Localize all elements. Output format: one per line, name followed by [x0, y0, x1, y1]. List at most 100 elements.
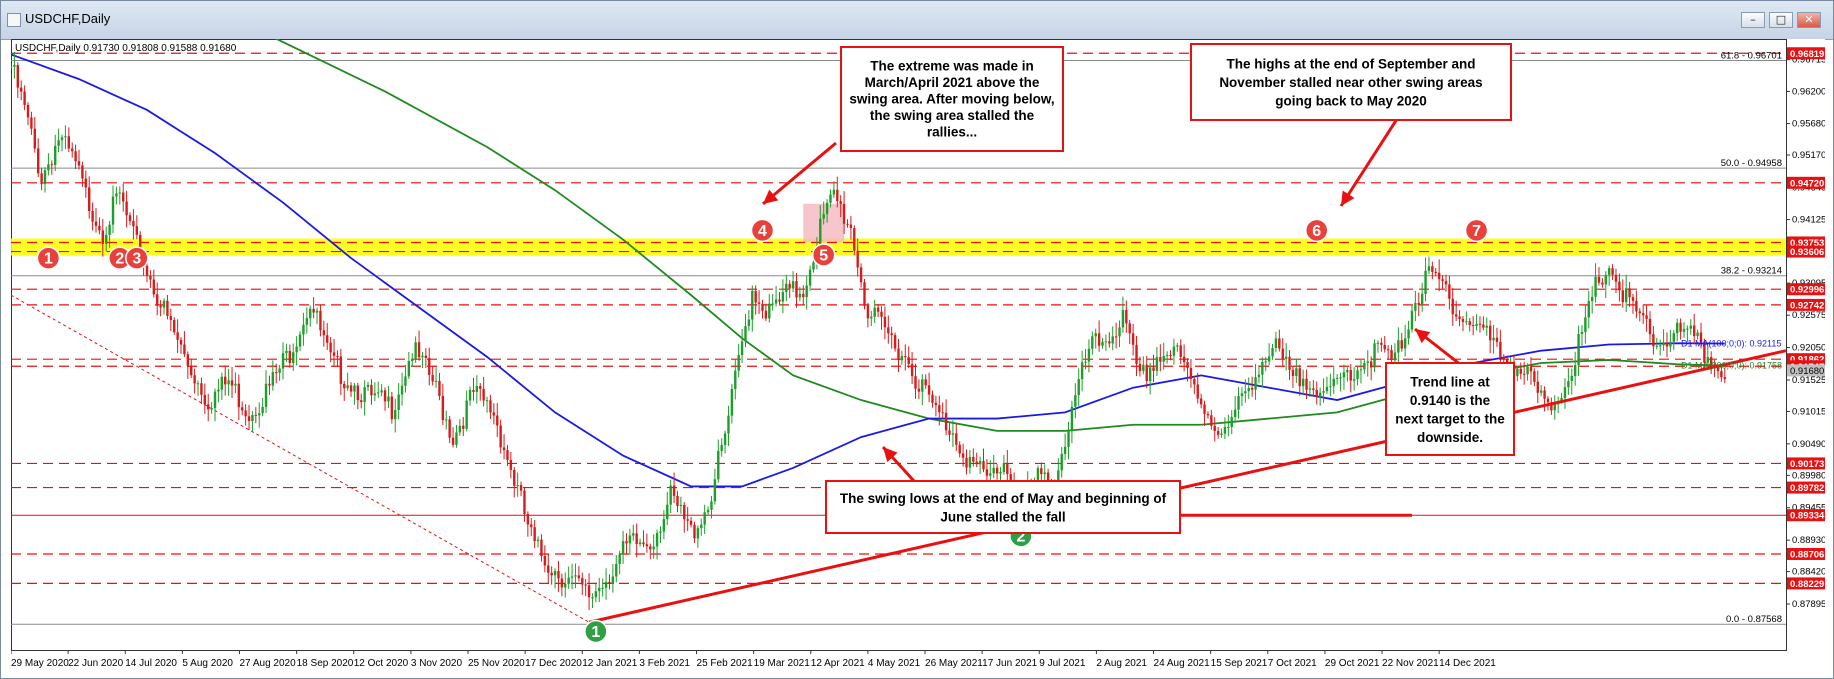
- candle-body: [190, 365, 193, 376]
- candle-body: [445, 419, 448, 421]
- candle-body: [176, 332, 179, 340]
- candle-body: [812, 262, 815, 270]
- candle-body: [883, 316, 887, 328]
- candle-body: [271, 372, 275, 386]
- x-tick-label: 22 Nov 2021: [1382, 658, 1439, 669]
- candle-body: [958, 444, 961, 454]
- close-button[interactable]: ✕: [1797, 12, 1821, 28]
- x-tick-label: 25 Nov 2020: [468, 658, 525, 669]
- candle-body: [1352, 379, 1356, 381]
- candle-body: [509, 459, 513, 470]
- candle-body: [210, 408, 213, 410]
- y-tick-label: 0.88930: [1792, 535, 1825, 546]
- candle-body: [1244, 391, 1247, 394]
- candle-body: [1308, 388, 1312, 390]
- candle-body: [339, 356, 343, 384]
- candle-body: [411, 358, 414, 362]
- candle-body: [43, 170, 47, 185]
- candle-body: [264, 383, 268, 407]
- maximize-button[interactable]: □: [1769, 12, 1793, 28]
- candle-body: [353, 385, 356, 392]
- candle-body: [924, 379, 927, 386]
- candle-body: [951, 433, 955, 435]
- candle-body: [305, 318, 309, 325]
- candle-body: [451, 437, 455, 445]
- chart-area[interactable]: USDCHF,Daily 0.91730 0.91808 0.91588 0.9…: [9, 0, 1826, 675]
- candle-body: [244, 410, 247, 417]
- annotation-trendline-line: next target to the: [1395, 411, 1505, 426]
- candle-body: [458, 425, 462, 433]
- candle-body: [1475, 323, 1478, 326]
- candle-body: [1454, 314, 1458, 317]
- candle-body: [798, 293, 802, 298]
- candle-body: [890, 333, 893, 336]
- candle-body: [1618, 281, 1621, 291]
- candle-body: [128, 215, 132, 221]
- candle-body: [1298, 368, 1301, 387]
- candle-body: [1162, 355, 1165, 362]
- candle-body: [285, 350, 288, 354]
- candle-body: [574, 575, 577, 577]
- candle-body: [1458, 316, 1461, 319]
- candle-body: [904, 356, 907, 358]
- candle-body: [1376, 342, 1380, 344]
- candle-body: [1325, 386, 1329, 392]
- minimize-button[interactable]: –: [1741, 12, 1765, 28]
- candle-body: [1601, 282, 1604, 285]
- candle-body: [972, 457, 975, 462]
- x-tick-label: 7 Oct 2021: [1268, 658, 1317, 669]
- swing-marker-label: 4: [758, 223, 767, 240]
- x-tick-label: 9 Jul 2021: [1039, 658, 1086, 669]
- candle-body: [829, 194, 832, 203]
- x-tick-label: 22 Jun 2020: [68, 658, 123, 669]
- candle-body: [730, 388, 734, 416]
- x-tick-label: 24 Aug 2021: [1154, 658, 1211, 669]
- swing-marker: 1: [584, 619, 608, 644]
- candle-body: [608, 581, 611, 584]
- candle-body: [519, 485, 523, 491]
- candle-body: [278, 368, 281, 373]
- swing-marker: 4: [750, 218, 775, 243]
- candle-body: [360, 400, 363, 403]
- candle-body: [1492, 337, 1495, 341]
- candle-body: [1641, 313, 1645, 316]
- candle-body: [1230, 417, 1233, 427]
- candle-body: [553, 571, 557, 576]
- x-tick-label: 2 Aug 2021: [1096, 658, 1147, 669]
- candle-body: [1465, 321, 1468, 323]
- candle-body: [611, 576, 615, 584]
- price-chart[interactable]: USDCHF,Daily 0.91730 0.91808 0.91588 0.9…: [9, 0, 1826, 675]
- candle-body: [1278, 338, 1281, 349]
- candle-body: [931, 394, 934, 403]
- window-titlebar[interactable]: USDCHF,Daily – □ ✕: [1, 1, 1833, 40]
- candle-body: [570, 576, 574, 578]
- candle-body: [1536, 381, 1539, 393]
- candle-body: [662, 519, 666, 532]
- candle-body: [822, 214, 825, 219]
- candle-body: [1539, 390, 1543, 393]
- swing-area-band: [11, 238, 1786, 256]
- current-price-label: 0.91680: [1790, 366, 1824, 377]
- candle-body: [349, 385, 353, 392]
- candle-body: [914, 376, 917, 389]
- candle-body: [431, 374, 434, 382]
- x-tick-label: 19 Mar 2021: [754, 658, 811, 669]
- candle-body: [173, 320, 176, 333]
- candle-body: [666, 504, 669, 520]
- x-tick-label: 27 Aug 2020: [240, 658, 297, 669]
- candle-body: [421, 355, 424, 358]
- candle-body: [196, 383, 200, 385]
- candle-body: [482, 388, 485, 401]
- candle-body: [1223, 427, 1227, 434]
- candle-body: [1142, 364, 1145, 372]
- candle-body: [1689, 325, 1692, 329]
- candle-body: [659, 531, 662, 533]
- candle-body: [975, 461, 978, 465]
- candle-body: [1621, 290, 1624, 303]
- candle-body: [373, 393, 377, 396]
- candle-body: [74, 151, 77, 162]
- candle-body: [1305, 378, 1308, 390]
- candle-body: [737, 354, 740, 371]
- candle-body: [1121, 310, 1125, 328]
- fib-level-label: 38.2 - 0.93214: [1721, 266, 1782, 277]
